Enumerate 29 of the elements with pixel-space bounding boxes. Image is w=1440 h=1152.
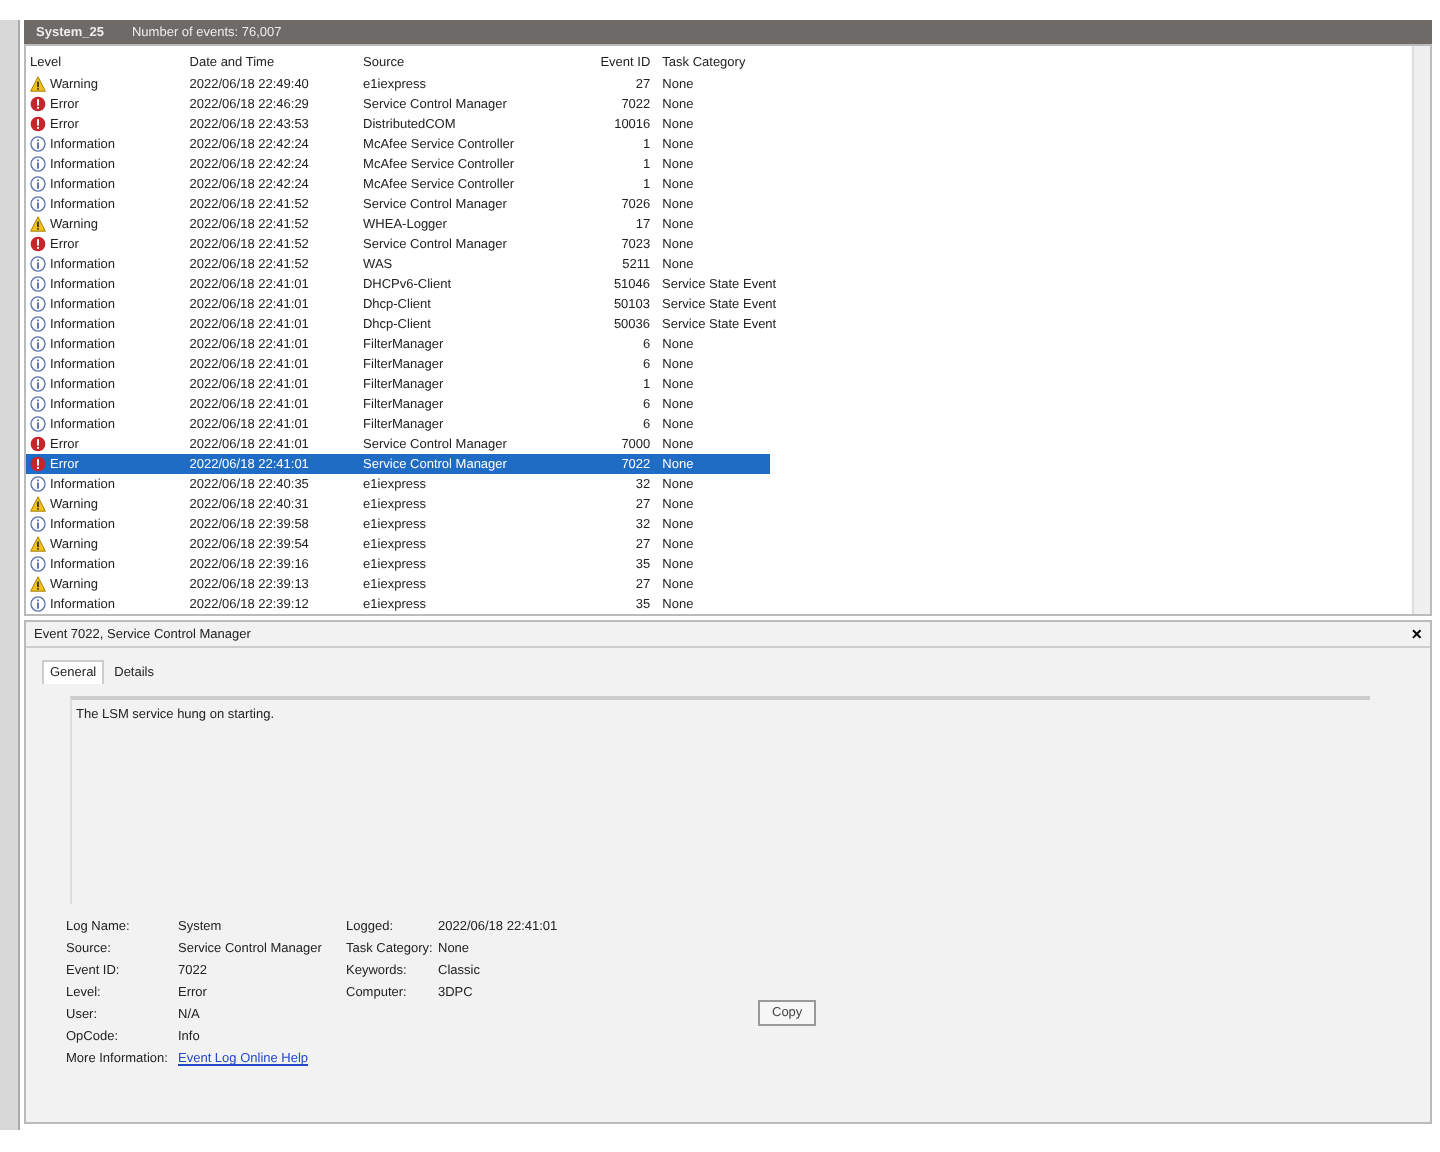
info-icon <box>30 556 46 572</box>
info-icon <box>30 136 46 152</box>
info-icon <box>30 316 46 332</box>
warning-icon <box>30 496 46 512</box>
info-icon <box>30 356 46 372</box>
info-icon <box>30 296 46 312</box>
info-icon <box>30 196 46 212</box>
info-icon <box>30 596 46 612</box>
error-icon <box>30 96 46 112</box>
info-icon <box>30 176 46 192</box>
close-button[interactable]: × <box>1411 625 1422 643</box>
error-icon <box>30 236 46 252</box>
info-icon <box>30 276 46 292</box>
info-icon <box>30 256 46 272</box>
warning-icon <box>30 576 46 592</box>
error-icon <box>30 456 46 472</box>
info-icon <box>30 156 46 172</box>
warning-icon <box>30 76 46 92</box>
info-icon <box>30 516 46 532</box>
info-icon <box>30 416 46 432</box>
error-icon <box>30 436 46 452</box>
info-icon <box>30 376 46 392</box>
info-icon <box>30 396 46 412</box>
info-icon <box>30 476 46 492</box>
warning-icon <box>30 216 46 232</box>
error-icon <box>30 116 46 132</box>
info-icon <box>30 336 46 352</box>
scrollbar[interactable] <box>1412 46 1430 614</box>
warning-icon <box>30 536 46 552</box>
